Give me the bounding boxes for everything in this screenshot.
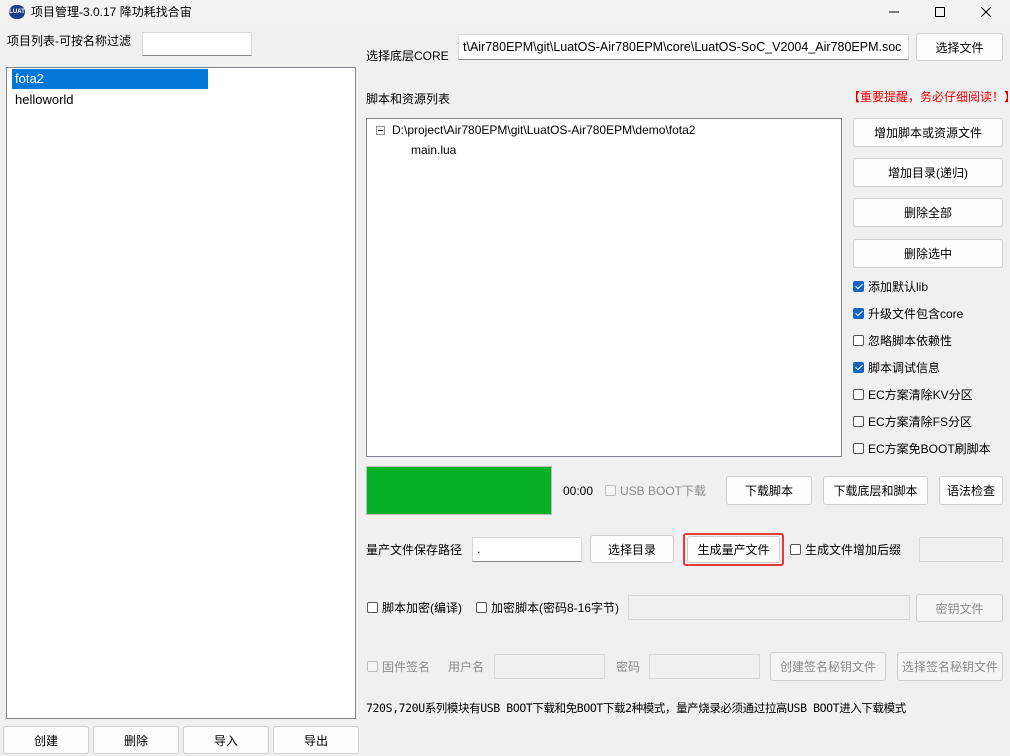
select-directory-button[interactable]: 选择目录: [590, 535, 674, 563]
minimize-icon: [889, 11, 899, 13]
ignore-dependency-label: 忽略脚本依赖性: [868, 334, 953, 348]
select-sign-key-button[interactable]: 选择签名秘钥文件: [897, 652, 1003, 681]
add-suffix-checkbox[interactable]: [790, 544, 801, 555]
core-path-field[interactable]: t\Air780EPM\git\LuatOS-Air780EPM\core\Lu…: [458, 34, 909, 60]
ignore-dependency-checkbox[interactable]: [853, 335, 864, 346]
suffix-input[interactable]: [919, 537, 1003, 562]
encrypt-password-input[interactable]: [628, 595, 910, 620]
clear-fs-checkbox[interactable]: [853, 416, 864, 427]
tree-root-folder[interactable]: D:\project\Air780EPM\git\LuatOS-Air780EP…: [392, 122, 695, 138]
add-default-lib-checkbox[interactable]: [853, 281, 864, 292]
progress-fill: [367, 467, 551, 514]
usb-boot-checkbox[interactable]: [605, 485, 616, 496]
password-input[interactable]: [649, 654, 760, 679]
compile-encrypt-checkbox[interactable]: [367, 602, 378, 613]
add-default-lib-label: 添加默认lib: [868, 280, 929, 294]
add-script-file-button[interactable]: 增加脚本或资源文件: [853, 118, 1003, 147]
clear-kv-label: EC方案清除KV分区: [868, 388, 973, 402]
close-button[interactable]: [963, 0, 1009, 24]
encrypt-script-checkbox[interactable]: [476, 602, 487, 613]
minimize-button[interactable]: [871, 0, 917, 24]
firmware-sign-checkbox[interactable]: [367, 661, 378, 672]
syntax-check-button[interactable]: 语法检查: [939, 476, 1003, 505]
import-project-button[interactable]: 导入: [183, 726, 269, 754]
usb-boot-label: USB BOOT下载: [620, 484, 707, 498]
title-bar: LUAT 项目管理-3.0.17 降功耗找合宙: [0, 0, 1010, 24]
firmware-sign-label: 固件签名: [382, 660, 431, 674]
highlight-annotation: [683, 533, 784, 566]
project-filter-label: 项目列表-可按名称过滤: [7, 34, 131, 48]
include-core-label: 升级文件包含core: [868, 307, 964, 321]
no-boot-flash-checkbox[interactable]: [853, 443, 864, 454]
project-list[interactable]: fota2 helloworld: [6, 67, 356, 719]
compile-encrypt-label: 脚本加密(编译): [382, 601, 462, 615]
important-notice-link[interactable]: 【重要提醒，务必仔细阅读！】: [848, 89, 1010, 105]
tree-file-item[interactable]: main.lua: [411, 142, 456, 158]
key-file-button[interactable]: 密钥文件: [916, 594, 1003, 622]
project-filter-input[interactable]: [142, 32, 252, 56]
close-icon: [981, 7, 991, 17]
window-title: 项目管理-3.0.17 降功耗找合宙: [31, 5, 192, 19]
export-project-button[interactable]: 导出: [273, 726, 359, 754]
project-item-helloworld[interactable]: helloworld: [12, 90, 74, 110]
select-core-button[interactable]: 选择文件: [916, 33, 1003, 61]
download-script-button[interactable]: 下载脚本: [726, 476, 812, 505]
mass-path-label: 量产文件保存路径: [366, 543, 463, 557]
scripts-label: 脚本和资源列表: [366, 92, 451, 106]
download-core-script-button[interactable]: 下载底层和脚本: [823, 476, 928, 505]
tree-collapse-icon[interactable]: [376, 126, 385, 135]
delete-project-button[interactable]: 删除: [93, 726, 179, 754]
clear-fs-label: EC方案清除FS分区: [868, 415, 973, 429]
debug-info-checkbox[interactable]: [853, 362, 864, 373]
project-item-fota2[interactable]: fota2: [12, 69, 208, 89]
clear-kv-checkbox[interactable]: [853, 389, 864, 400]
create-project-button[interactable]: 创建: [3, 726, 89, 754]
download-progress-bar: [366, 466, 552, 515]
create-sign-key-button[interactable]: 创建签名秘钥文件: [770, 652, 886, 681]
script-tree[interactable]: D:\project\Air780EPM\git\LuatOS-Air780EP…: [366, 118, 842, 457]
no-boot-flash-label: EC方案免BOOT刷脚本: [868, 442, 991, 456]
footer-note: 720S,720U系列模块有USB BOOT下载和免BOOT下载2种模式，量产烧…: [366, 701, 906, 715]
username-input[interactable]: [494, 654, 605, 679]
username-label: 用户名: [448, 660, 485, 674]
luatos-logo-icon: LUAT: [9, 5, 25, 19]
add-directory-button[interactable]: 增加目录(递归): [853, 158, 1003, 187]
add-suffix-label: 生成文件增加后缀: [805, 543, 902, 557]
core-label: 选择底层CORE: [366, 49, 449, 63]
download-timer: 00:00: [563, 484, 594, 498]
encrypt-script-label: 加密脚本(密码8-16字节): [491, 601, 620, 615]
include-core-checkbox[interactable]: [853, 308, 864, 319]
debug-info-label: 脚本调试信息: [868, 361, 941, 375]
delete-selected-button[interactable]: 删除选中: [853, 239, 1003, 268]
maximize-icon: [935, 7, 945, 17]
maximize-button[interactable]: [917, 0, 963, 24]
delete-all-button[interactable]: 删除全部: [853, 198, 1003, 227]
mass-path-input[interactable]: .: [472, 537, 582, 562]
password-label: 密码: [616, 660, 641, 674]
